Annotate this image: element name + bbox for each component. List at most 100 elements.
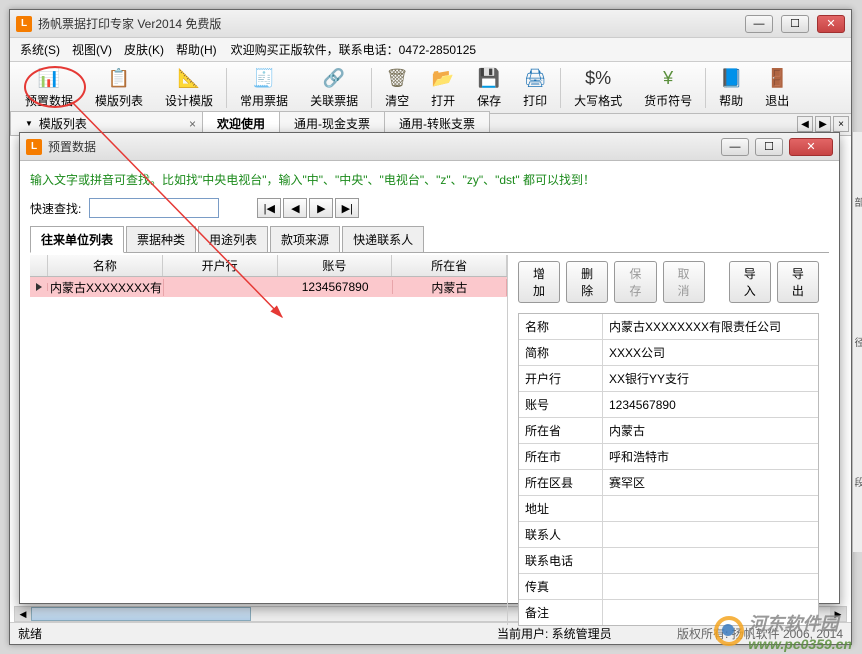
cancel-button[interactable]: 取消 bbox=[663, 261, 705, 303]
tool-关联票据[interactable]: 🔗 关联票据 bbox=[299, 63, 369, 112]
menu-promo-text: 欢迎购买正版软件，联系电话：0472-2850125 bbox=[231, 41, 476, 58]
form-label-8: 联系人 bbox=[519, 522, 603, 547]
tool-label: 模版列表 bbox=[95, 92, 143, 109]
tab-label: 模版列表 bbox=[39, 115, 87, 132]
tool-label: 帮助 bbox=[719, 92, 743, 109]
menubar: 系统(S) 视图(V) 皮肤(K) 帮助(H) 欢迎购买正版软件，联系电话：04… bbox=[10, 38, 851, 62]
tool-常用票据[interactable]: 🧾常用票据 bbox=[229, 63, 299, 112]
inner-tab-3[interactable]: 款项来源 bbox=[270, 226, 340, 252]
import-button[interactable]: 导入 bbox=[729, 261, 771, 303]
tool-label: 货币符号 bbox=[644, 92, 692, 109]
menu-help[interactable]: 帮助(H) bbox=[170, 39, 223, 60]
tool-打印[interactable]: 🖨 打印 bbox=[512, 63, 558, 112]
tab-close-icon[interactable]: × bbox=[189, 117, 196, 131]
tool-label: 关联票据 bbox=[310, 92, 358, 109]
form-label-7: 地址 bbox=[519, 496, 603, 521]
tabs-scroll-right-icon[interactable]: ▶ bbox=[815, 116, 831, 132]
dialog-minimize-button[interactable]: — bbox=[721, 138, 749, 156]
tab-label: 通用-现金支票 bbox=[294, 115, 370, 132]
add-button[interactable]: 增加 bbox=[518, 261, 560, 303]
form-input-传真[interactable] bbox=[603, 574, 818, 599]
grid-header-name[interactable]: 名称 bbox=[48, 255, 163, 276]
menu-view[interactable]: 视图(V) bbox=[66, 39, 118, 60]
保存-icon: 💾 bbox=[477, 66, 501, 90]
export-button[interactable]: 导出 bbox=[777, 261, 819, 303]
form-label-3: 账号 bbox=[519, 392, 603, 417]
form-input-所在区县[interactable] bbox=[603, 470, 818, 495]
minimize-button[interactable]: — bbox=[745, 15, 773, 33]
rail-label: 部 bbox=[850, 197, 862, 207]
清空-icon: 🗑 bbox=[385, 66, 409, 90]
inner-tab-0[interactable]: 往来单位列表 bbox=[30, 226, 124, 253]
tool-退出[interactable]: 🚪退出 bbox=[754, 63, 800, 112]
form-input-名称[interactable] bbox=[603, 314, 818, 339]
form-input-联系人[interactable] bbox=[603, 522, 818, 547]
dialog-title: 预置数据 bbox=[48, 138, 721, 155]
hint-text: 输入文字或拼音可查找。比如找"中央电视台"，输入"中"、"中央"、"电视台"、"… bbox=[30, 171, 829, 188]
tab-label: 欢迎使用 bbox=[217, 115, 265, 132]
tool-label: 保存 bbox=[477, 92, 501, 109]
grid-header-bank[interactable]: 开户行 bbox=[163, 255, 278, 276]
form-input-所在市[interactable] bbox=[603, 444, 818, 469]
watermark-logo-icon bbox=[714, 616, 744, 646]
right-rail: 部 径 段 bbox=[853, 132, 862, 552]
tool-大写格式[interactable]: $%大写格式 bbox=[563, 63, 633, 112]
app-logo-icon: L bbox=[16, 16, 32, 32]
货币符号-icon: ¥ bbox=[656, 66, 680, 90]
save-button[interactable]: 保存 bbox=[614, 261, 656, 303]
delete-button[interactable]: 删除 bbox=[566, 261, 608, 303]
dialog-maximize-button[interactable]: ☐ bbox=[755, 138, 783, 156]
tab-label: 通用-转账支票 bbox=[399, 115, 475, 132]
inner-tab-2[interactable]: 用途列表 bbox=[198, 226, 268, 252]
search-input[interactable] bbox=[89, 198, 219, 218]
nav-last-button[interactable]: ▶| bbox=[335, 198, 359, 218]
tabs-scroll-left-icon[interactable]: ◀ bbox=[797, 116, 813, 132]
常用票据-icon: 🧾 bbox=[252, 66, 276, 90]
tool-帮助[interactable]: 📘帮助 bbox=[708, 63, 754, 112]
form-input-简称[interactable] bbox=[603, 340, 818, 365]
form-label-9: 联系电话 bbox=[519, 548, 603, 573]
close-button[interactable]: ✕ bbox=[817, 15, 845, 33]
tool-保存[interactable]: 💾 保存 bbox=[466, 63, 512, 112]
table-row[interactable]: 内蒙古XXXXXXXX有限XX银行YY支行 1234567890 内蒙古 bbox=[30, 277, 507, 297]
form-input-所在省[interactable] bbox=[603, 418, 818, 443]
tool-模版列表[interactable]: 📋模版列表 bbox=[84, 63, 154, 112]
tool-清空[interactable]: 🗑清空 bbox=[374, 63, 420, 112]
tabs-close-icon[interactable]: × bbox=[833, 116, 849, 132]
nav-prev-button[interactable]: ◀ bbox=[283, 198, 307, 218]
inner-tab-4[interactable]: 快递联系人 bbox=[342, 226, 424, 252]
toolbar: 📊预置数据📋模版列表📐设计模版🧾常用票据 🔗 关联票据 🗑清空📂打开 💾 保存 🖨 打印 $%大… bbox=[10, 62, 851, 114]
form-input-地址[interactable] bbox=[603, 496, 818, 521]
grid-header-account[interactable]: 账号 bbox=[278, 255, 393, 276]
form-label-1: 简称 bbox=[519, 340, 603, 365]
tool-预置数据[interactable]: 📊预置数据 bbox=[14, 63, 84, 112]
menu-system[interactable]: 系统(S) bbox=[14, 39, 66, 60]
grid-header-indicator bbox=[30, 255, 48, 276]
退出-icon: 🚪 bbox=[765, 66, 789, 90]
tool-货币符号[interactable]: ¥ 货币符号 bbox=[633, 63, 703, 112]
tool-设计模版[interactable]: 📐设计模版 bbox=[154, 63, 224, 112]
window-title: 扬帆票据打印专家 Ver2014 免费版 bbox=[38, 15, 745, 32]
dialog-close-button[interactable]: ✕ bbox=[789, 138, 833, 156]
preset-data-dialog: L 预置数据 — ☐ ✕ 输入文字或拼音可查找。比如找"中央电视台"，输入"中"… bbox=[19, 132, 840, 604]
form-label-0: 名称 bbox=[519, 314, 603, 339]
tool-label: 打印 bbox=[523, 92, 547, 109]
打印-icon: 🖨 bbox=[523, 66, 547, 90]
form-input-开户行[interactable] bbox=[603, 366, 818, 391]
watermark-url: www.pc0359.cn bbox=[748, 636, 852, 652]
tool-label: 打开 bbox=[431, 92, 455, 109]
tool-打开[interactable]: 📂打开 bbox=[420, 63, 466, 112]
inner-tab-1[interactable]: 票据种类 bbox=[126, 226, 196, 252]
maximize-button[interactable]: ☐ bbox=[781, 15, 809, 33]
menu-skin[interactable]: 皮肤(K) bbox=[118, 39, 170, 60]
grid-header-province[interactable]: 所在省 bbox=[392, 255, 507, 276]
tool-label: 预置数据 bbox=[25, 92, 73, 109]
nav-first-button[interactable]: |◀ bbox=[257, 198, 281, 218]
cell-account: 1234567890 bbox=[279, 280, 393, 294]
form-input-账号[interactable] bbox=[603, 392, 818, 417]
watermark: 河东软件园 www.pc0359.cn bbox=[714, 610, 852, 652]
nav-next-button[interactable]: ▶ bbox=[309, 198, 333, 218]
关联票据-icon: 🔗 bbox=[322, 66, 346, 90]
form-label-11: 备注 bbox=[519, 600, 603, 625]
form-input-联系电话[interactable] bbox=[603, 548, 818, 573]
